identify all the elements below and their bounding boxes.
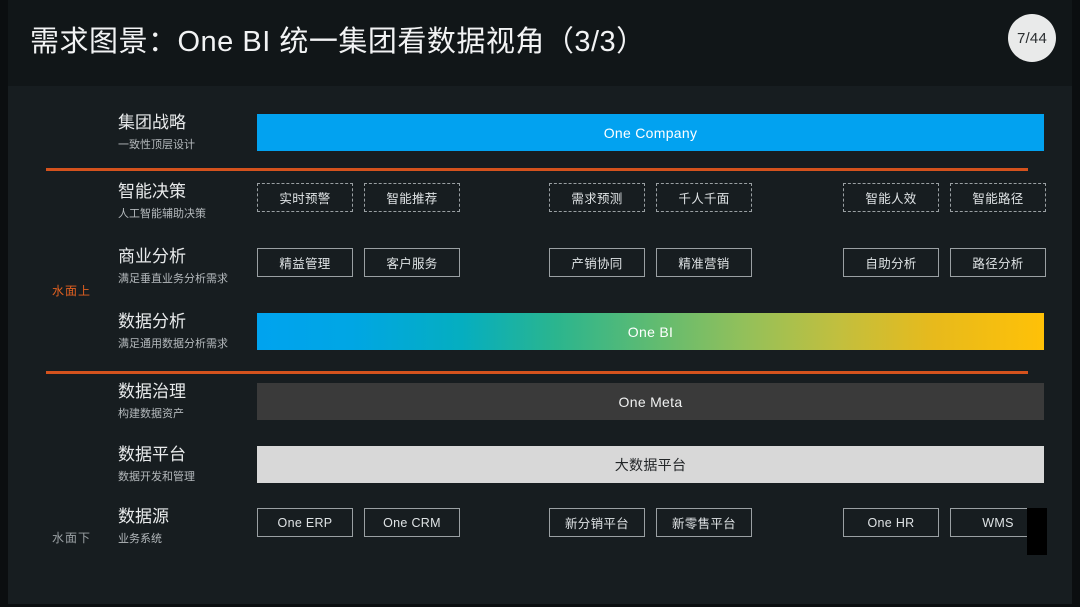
row-label: 商业分析 满足垂直业务分析需求 <box>118 246 248 288</box>
chip-row: 实时预警 智能推荐 需求预测 千人千面 智能人效 智能路径 <box>257 183 1046 220</box>
screen-artifact-overlay <box>1027 508 1047 555</box>
chip[interactable]: One HR <box>843 508 939 537</box>
page-title: 需求图景：One BI 统一集团看数据视角（3/3） <box>30 26 646 58</box>
row-subtitle: 满足通用数据分析需求 <box>118 338 228 350</box>
row-subtitle: 人工智能辅助决策 <box>118 208 206 220</box>
page-number-badge: 7/44 <box>1008 14 1056 62</box>
chip[interactable]: 客户服务 <box>364 248 460 277</box>
bar-big-data-platform[interactable]: 大数据平台 <box>257 446 1044 483</box>
row-label: 数据平台 数据开发和管理 <box>118 444 248 486</box>
bar-one-bi[interactable]: One BI <box>257 313 1044 350</box>
chip[interactable]: 新零售平台 <box>656 508 752 537</box>
row-data-governance: 数据治理 构建数据资产 One Meta <box>8 381 1072 441</box>
chip[interactable]: 千人千面 <box>656 183 752 212</box>
row-subtitle: 数据开发和管理 <box>118 471 195 483</box>
row-title: 集团战略 <box>118 113 186 132</box>
row-title: 数据分析 <box>118 312 186 331</box>
row-subtitle: 构建数据资产 <box>118 408 184 420</box>
chip-group: 产销协同 精准营销 <box>549 248 752 277</box>
chip-group: 实时预警 智能推荐 <box>257 183 460 212</box>
chip[interactable]: 实时预警 <box>257 183 353 212</box>
chip-group: One HR WMS <box>843 508 1046 537</box>
bar-one-company[interactable]: One Company <box>257 114 1044 151</box>
chip[interactable]: 精益管理 <box>257 248 353 277</box>
chip[interactable]: One CRM <box>364 508 460 537</box>
chip[interactable]: 自助分析 <box>843 248 939 277</box>
chip[interactable]: 智能推荐 <box>364 183 460 212</box>
chip[interactable]: 智能路径 <box>950 183 1046 212</box>
chip[interactable]: 精准营销 <box>656 248 752 277</box>
chip-row: One ERP One CRM 新分销平台 新零售平台 One HR WMS <box>257 508 1046 545</box>
chip-group: 精益管理 客户服务 <box>257 248 460 277</box>
chip[interactable]: One ERP <box>257 508 353 537</box>
chip-group: 需求预测 千人千面 <box>549 183 752 212</box>
row-data-source: 数据源 业务系统 One ERP One CRM 新分销平台 新零售平台 One… <box>8 506 1072 566</box>
chip[interactable]: 智能人效 <box>843 183 939 212</box>
row-label: 集团战略 一致性顶层设计 <box>118 112 248 154</box>
row-label: 数据源 业务系统 <box>118 506 248 548</box>
chip-group: One ERP One CRM <box>257 508 460 537</box>
chip-group: 自助分析 路径分析 <box>843 248 1046 277</box>
chip[interactable]: 需求预测 <box>549 183 645 212</box>
row-subtitle: 一致性顶层设计 <box>118 139 195 151</box>
chip-group: 新分销平台 新零售平台 <box>549 508 752 537</box>
row-title: 商业分析 <box>118 247 186 266</box>
slide-header: 需求图景：One BI 统一集团看数据视角（3/3） 7/44 <box>8 0 1072 86</box>
row-smart-decision: 智能决策 人工智能辅助决策 实时预警 智能推荐 需求预测 千人千面 智能人效 智… <box>8 181 1072 241</box>
bar-one-meta[interactable]: One Meta <box>257 383 1044 420</box>
row-data-analysis: 数据分析 满足通用数据分析需求 One BI <box>8 311 1072 371</box>
row-title: 数据治理 <box>118 382 186 401</box>
chip[interactable]: 产销协同 <box>549 248 645 277</box>
row-label: 数据治理 构建数据资产 <box>118 381 248 423</box>
chip-row: 精益管理 客户服务 产销协同 精准营销 自助分析 路径分析 <box>257 248 1046 285</box>
row-business-analysis: 商业分析 满足垂直业务分析需求 精益管理 客户服务 产销协同 精准营销 自助分析… <box>8 246 1072 306</box>
diagram-canvas: 水面上 水面下 集团战略 一致性顶层设计 One Company 智能决策 人工… <box>8 86 1072 604</box>
row-subtitle: 满足垂直业务分析需求 <box>118 273 228 285</box>
row-data-platform: 数据平台 数据开发和管理 大数据平台 <box>8 444 1072 504</box>
row-title: 智能决策 <box>118 182 186 201</box>
divider-below-water <box>46 371 1028 374</box>
chip[interactable]: 路径分析 <box>950 248 1046 277</box>
row-group-strategy: 集团战略 一致性顶层设计 One Company <box>8 112 1072 172</box>
row-title: 数据源 <box>118 507 169 526</box>
chip[interactable]: 新分销平台 <box>549 508 645 537</box>
row-title: 数据平台 <box>118 445 186 464</box>
row-label: 智能决策 人工智能辅助决策 <box>118 181 248 223</box>
row-subtitle: 业务系统 <box>118 533 162 545</box>
row-label: 数据分析 满足通用数据分析需求 <box>118 311 248 353</box>
chip-group: 智能人效 智能路径 <box>843 183 1046 212</box>
slide-root: 需求图景：One BI 统一集团看数据视角（3/3） 7/44 水面上 水面下 … <box>0 0 1080 607</box>
